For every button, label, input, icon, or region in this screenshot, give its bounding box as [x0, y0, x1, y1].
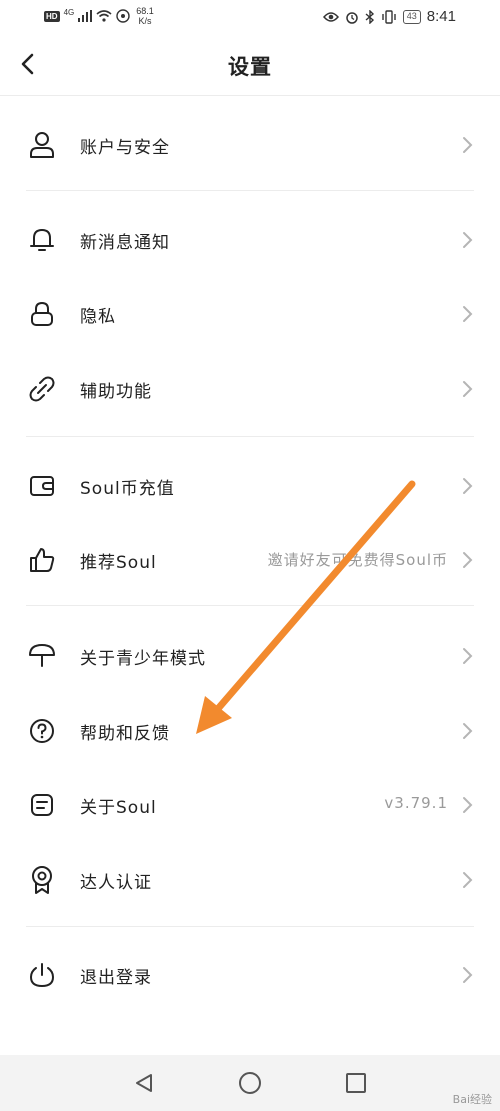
version-label: v3.79.1 — [384, 794, 448, 812]
divider — [26, 436, 474, 437]
menu-item-notifications[interactable]: 新消息通知 — [0, 203, 500, 277]
page-title: 设置 — [228, 55, 272, 79]
battery-indicator: 43 — [402, 9, 421, 24]
question-icon — [28, 716, 56, 746]
network-type: 4G — [63, 7, 75, 17]
signal-icon — [78, 10, 93, 22]
wifi-icon — [96, 10, 112, 22]
menu-item-label: 隐私 — [80, 307, 116, 327]
chevron-right-icon — [463, 967, 473, 983]
circle-home-icon — [239, 1072, 261, 1094]
menu-item-expert-certification[interactable]: 达人认证 — [0, 843, 500, 917]
chevron-right-icon — [463, 478, 473, 494]
menu-item-label: 推荐Soul — [80, 553, 157, 573]
document-icon — [28, 790, 56, 820]
chevron-right-icon — [463, 552, 473, 568]
lock-icon — [28, 299, 56, 329]
menu-item-soul-coin-recharge[interactable]: Soul币充值 — [0, 449, 500, 523]
menu-item-label: 新消息通知 — [80, 233, 170, 253]
net-speed-value: 68.1 — [136, 6, 154, 16]
user-icon — [28, 130, 56, 160]
nav-back-button[interactable] — [130, 1069, 158, 1097]
chevron-right-icon — [463, 797, 473, 813]
menu-item-help-feedback[interactable]: 帮助和反馈 — [0, 694, 500, 768]
menu-item-label: Soul币充值 — [80, 479, 175, 499]
link-icon — [28, 374, 56, 404]
chevron-right-icon — [463, 232, 473, 248]
menu-item-value: 邀请好友可免费得Soul币 — [267, 551, 448, 569]
menu-item-logout[interactable]: 退出登录 — [0, 938, 500, 1012]
divider — [26, 605, 474, 606]
menu-item-label: 关于青少年模式 — [80, 649, 206, 669]
nav-home-button[interactable] — [236, 1069, 264, 1097]
menu-item-account-security[interactable]: 账户与安全 — [0, 108, 500, 182]
triangle-back-icon — [136, 1074, 152, 1092]
title-bar: 设置 — [0, 34, 500, 96]
hotspot-icon — [116, 9, 130, 23]
net-speed-unit: K/s — [138, 16, 152, 26]
thumbs-up-icon — [28, 545, 56, 575]
bluetooth-icon — [365, 9, 374, 24]
menu-item-recommend-soul[interactable]: 推荐Soul 邀请好友可免费得Soul币 — [0, 523, 500, 597]
hd-badge: HD — [44, 10, 60, 22]
vibrate-icon — [382, 9, 396, 24]
menu-item-label: 帮助和反馈 — [80, 724, 170, 744]
chevron-right-icon — [463, 381, 473, 397]
status-left: HD 4G 68.1 K/s — [44, 6, 154, 26]
umbrella-icon — [28, 641, 56, 671]
wallet-icon — [28, 471, 56, 501]
menu-item-accessibility[interactable]: 辅助功能 — [0, 352, 500, 426]
menu-item-about-soul[interactable]: 关于Soul v3.79.1 — [0, 768, 500, 842]
divider — [26, 926, 474, 927]
menu-item-label: 辅助功能 — [80, 382, 152, 402]
chevron-right-icon — [463, 723, 473, 739]
net-speed: 68.1 K/s — [136, 6, 154, 26]
chevron-right-icon — [463, 648, 473, 664]
chevron-right-icon — [463, 306, 473, 322]
status-right: 43 8:41 — [322, 8, 456, 25]
divider — [26, 190, 474, 191]
nav-recents-button[interactable] — [342, 1069, 370, 1097]
badge-icon — [28, 865, 56, 895]
alarm-icon — [346, 11, 358, 24]
menu-item-label: 达人认证 — [80, 873, 152, 893]
power-icon — [28, 960, 56, 990]
clock: 8:41 — [426, 8, 456, 25]
menu-item-label: 关于Soul — [80, 798, 157, 818]
status-bar: HD 4G 68.1 K/s 43 8:41 — [0, 0, 500, 34]
menu-item-label: 退出登录 — [80, 968, 152, 988]
watermark: Bai经验 — [452, 1093, 492, 1106]
menu-item-youth-mode[interactable]: 关于青少年模式 — [0, 619, 500, 693]
eye-icon — [322, 11, 339, 22]
bell-icon — [28, 225, 56, 255]
menu-item-privacy[interactable]: 隐私 — [0, 277, 500, 351]
chevron-right-icon — [463, 872, 473, 888]
menu-item-label: 账户与安全 — [80, 138, 170, 158]
chevron-right-icon — [463, 137, 473, 153]
square-recents-icon — [346, 1073, 366, 1093]
system-nav-bar: Bai经验 — [0, 1055, 500, 1111]
